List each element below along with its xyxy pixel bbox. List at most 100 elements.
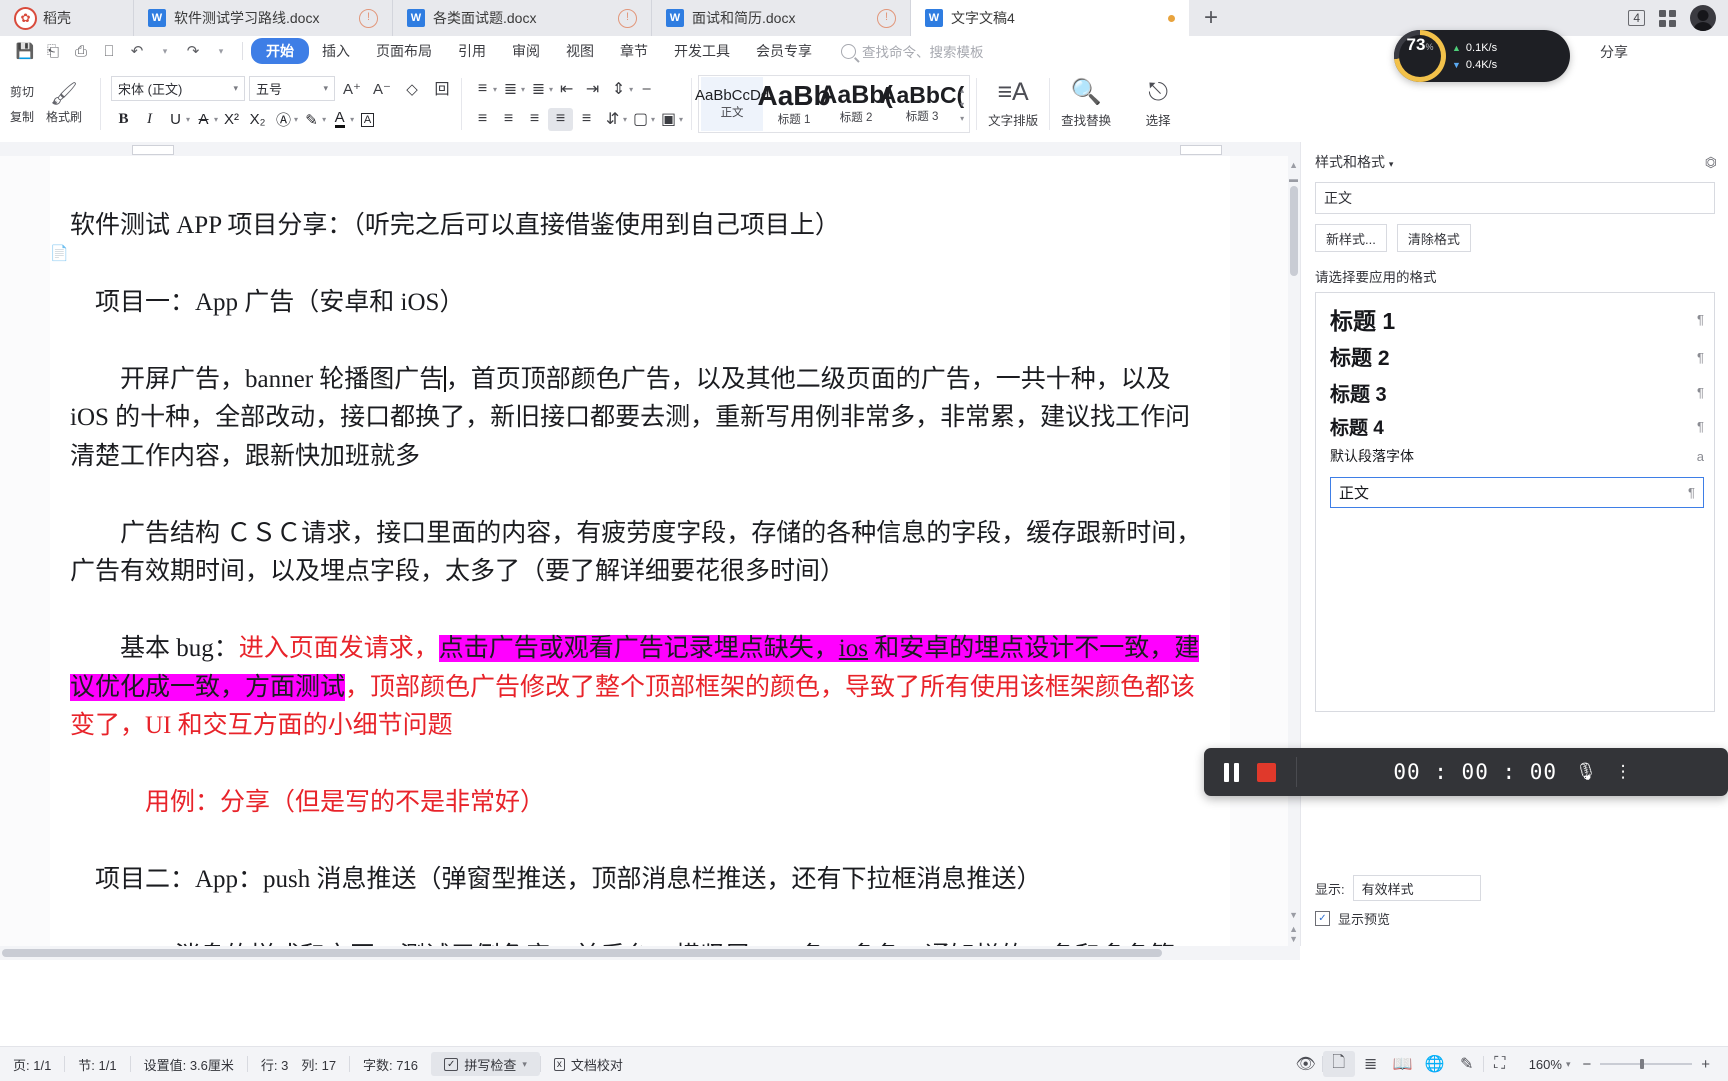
close-icon[interactable]: ! [877, 8, 896, 28]
close-icon[interactable]: ! [618, 8, 637, 28]
tab-count-icon[interactable]: 4 [1628, 10, 1645, 26]
tab-doc-2[interactable]: W 各类面试题.docx ! [393, 0, 652, 36]
text-layout-button[interactable]: ≡A 文字排版 [977, 68, 1049, 140]
chevron-down-icon[interactable]: ▾ [322, 115, 326, 124]
zoom-handle[interactable] [1640, 1059, 1645, 1069]
undo-icon[interactable]: ↶ [124, 39, 150, 63]
preview-checkbox[interactable]: ✓ [1315, 911, 1330, 926]
style-scroll-up-icon[interactable]: ▴ [960, 86, 964, 95]
print-icon[interactable]: ⎙ [68, 39, 94, 63]
font-size-select[interactable]: 五号 ▾ [249, 76, 336, 101]
close-icon[interactable]: ⏣ [1705, 154, 1717, 171]
screen-recorder-bar[interactable]: 00 : 00 : 00 🎙 ⋮ [1204, 748, 1728, 796]
tab-references[interactable]: 引用 [445, 38, 499, 64]
share-button[interactable]: 分享 [1600, 42, 1628, 62]
status-words[interactable]: 字数: 716 [350, 1055, 431, 1074]
italic-button[interactable]: I [137, 107, 162, 132]
stop-icon[interactable] [1257, 762, 1276, 782]
eye-icon[interactable]: 👁 [1290, 1051, 1322, 1077]
zoom-level[interactable]: 160% ▾ [1516, 1057, 1575, 1072]
tab-docer[interactable]: ✿ 稻壳 [0, 0, 134, 36]
customize-icon[interactable]: ▾ [208, 39, 234, 63]
zoom-out-button[interactable]: − [1582, 1056, 1591, 1073]
zoom-track[interactable] [1600, 1059, 1693, 1069]
style-list-item-normal-selected[interactable]: 正文 ¶ [1330, 477, 1704, 508]
microphone-icon[interactable]: 🎙 [1575, 762, 1597, 782]
copy-button[interactable]: 复制 [10, 108, 34, 125]
current-style-field[interactable]: 正文 [1315, 182, 1715, 214]
shading-icon[interactable]: ▢ [628, 108, 653, 131]
style-item-heading1[interactable]: AaBb 标题 1 [758, 77, 831, 131]
document-text[interactable]: 软件测试 APP 项目分享：（听完之后可以直接借鉴使用到自己项目上） 项目一：A… [70, 168, 1210, 946]
reading-view-icon[interactable]: 📖 [1387, 1051, 1419, 1077]
new-style-button[interactable]: 新样式... [1315, 224, 1387, 252]
chevron-down-icon[interactable]: ▾ [549, 85, 553, 94]
tab-review[interactable]: 审阅 [499, 38, 553, 64]
prev-page-icon[interactable]: ▲ [1289, 924, 1298, 934]
tab-doc-3[interactable]: W 面试和简历.docx ! [652, 0, 911, 36]
search-replace-button[interactable]: 🔍 查找替换 [1050, 68, 1122, 140]
show-select[interactable]: 有效样式 [1352, 875, 1481, 901]
grid-view-icon[interactable] [1659, 9, 1676, 27]
superscript-button[interactable]: X² [219, 107, 244, 132]
more-icon[interactable]: ⋮ [1615, 762, 1632, 782]
style-scroll-down-icon[interactable]: ▾ [960, 100, 964, 109]
avatar[interactable] [1690, 5, 1716, 31]
scroll-down-icon[interactable]: ▼ [1289, 910, 1298, 920]
chevron-down-icon[interactable]: ▾ [623, 115, 627, 124]
char-border-button[interactable]: A [355, 107, 380, 132]
zoom-in-button[interactable]: + [1701, 1056, 1710, 1073]
style-list-item-h3[interactable]: 标题 3 ¶ [1316, 375, 1714, 410]
chevron-down-icon[interactable]: ▾ [651, 115, 655, 124]
status-section[interactable]: 节: 1/1 [65, 1055, 129, 1074]
justify-icon[interactable]: ≡ [548, 107, 574, 131]
style-item-heading3[interactable]: AaBbC( 标题 3 [880, 77, 964, 131]
zoom-slider[interactable]: − + [1574, 1056, 1718, 1073]
styles-list[interactable]: 标题 1 ¶ 标题 2 ¶ 标题 3 ¶ 标题 4 ¶ 默认段落字体 a 正文 … [1315, 292, 1715, 712]
chevron-down-icon[interactable]: ▾ [214, 115, 218, 124]
chevron-down-icon[interactable]: ▾ [679, 115, 683, 124]
pause-icon[interactable] [1224, 762, 1239, 782]
select-button[interactable]: ⎋ 选择 [1122, 68, 1194, 140]
subscript-button[interactable]: X₂ [245, 107, 270, 132]
decrease-indent-icon[interactable]: ⇤ [554, 78, 579, 101]
increase-indent-icon[interactable]: ⇥ [580, 78, 605, 101]
bold-button[interactable]: B [111, 107, 136, 132]
text-effect-button[interactable]: Ⓐ [271, 107, 296, 132]
chevron-down-icon[interactable]: ▾ [493, 85, 497, 94]
tab-start[interactable]: 开始 [251, 38, 309, 64]
grow-font-icon[interactable]: A⁺ [339, 77, 365, 101]
align-center-icon[interactable]: ≡ [496, 108, 521, 131]
tab-developer[interactable]: 开发工具 [661, 38, 743, 64]
font-name-select[interactable]: 宋体 (正文) ▾ [111, 76, 246, 101]
web-view-icon[interactable]: 🌐 [1419, 1051, 1451, 1077]
font-color-button[interactable]: A [327, 107, 352, 132]
preview-row[interactable]: ✓ 显示预览 [1315, 909, 1715, 928]
vertical-scrollbar[interactable]: ▲ ▬ ▼ ▲ ▼ [1288, 156, 1300, 946]
fullscreen-icon[interactable]: ⛶ [1484, 1051, 1516, 1077]
document-page[interactable]: 软件测试 APP 项目分享：（听完之后可以直接借鉴使用到自己项目上） 项目一：A… [50, 156, 1230, 946]
style-list-item-h4[interactable]: 标题 4 ¶ [1316, 410, 1714, 443]
sort-icon[interactable]: ⇕ [606, 78, 631, 101]
page-view-icon[interactable]: 🗋 [1322, 1051, 1355, 1077]
split-icon[interactable]: ▬ [1289, 174, 1298, 184]
underline-button[interactable]: U [163, 107, 188, 132]
status-page[interactable]: 页: 1/1 [0, 1055, 64, 1074]
close-icon[interactable]: ! [359, 8, 378, 28]
status-line[interactable]: 行: 3 [248, 1055, 301, 1074]
align-left-icon[interactable]: ≡ [470, 108, 495, 131]
style-expand-icon[interactable]: ▾ [960, 114, 964, 123]
distribute-icon[interactable]: ≡ [574, 108, 599, 131]
numbered-list-icon[interactable]: ≣ [498, 78, 523, 101]
pinyin-guide-icon[interactable]: 回 [429, 77, 455, 101]
edit-mode-icon[interactable]: ✎ [1451, 1051, 1483, 1077]
save-icon[interactable]: 💾 [12, 39, 38, 63]
style-item-heading2[interactable]: AaBb( 标题 2 [819, 77, 893, 131]
status-column[interactable]: 列: 17 [301, 1055, 349, 1074]
next-page-icon[interactable]: ▼ [1289, 934, 1298, 944]
bullet-list-icon[interactable]: ≡ [470, 78, 495, 101]
proofread-button[interactable]: x 文档校对 [541, 1055, 636, 1074]
redo-icon[interactable]: ↷ [180, 39, 206, 63]
style-item-normal[interactable]: AaBbCcDd 正文 [695, 77, 769, 131]
chevron-down-icon[interactable]: ▾ [629, 85, 633, 94]
